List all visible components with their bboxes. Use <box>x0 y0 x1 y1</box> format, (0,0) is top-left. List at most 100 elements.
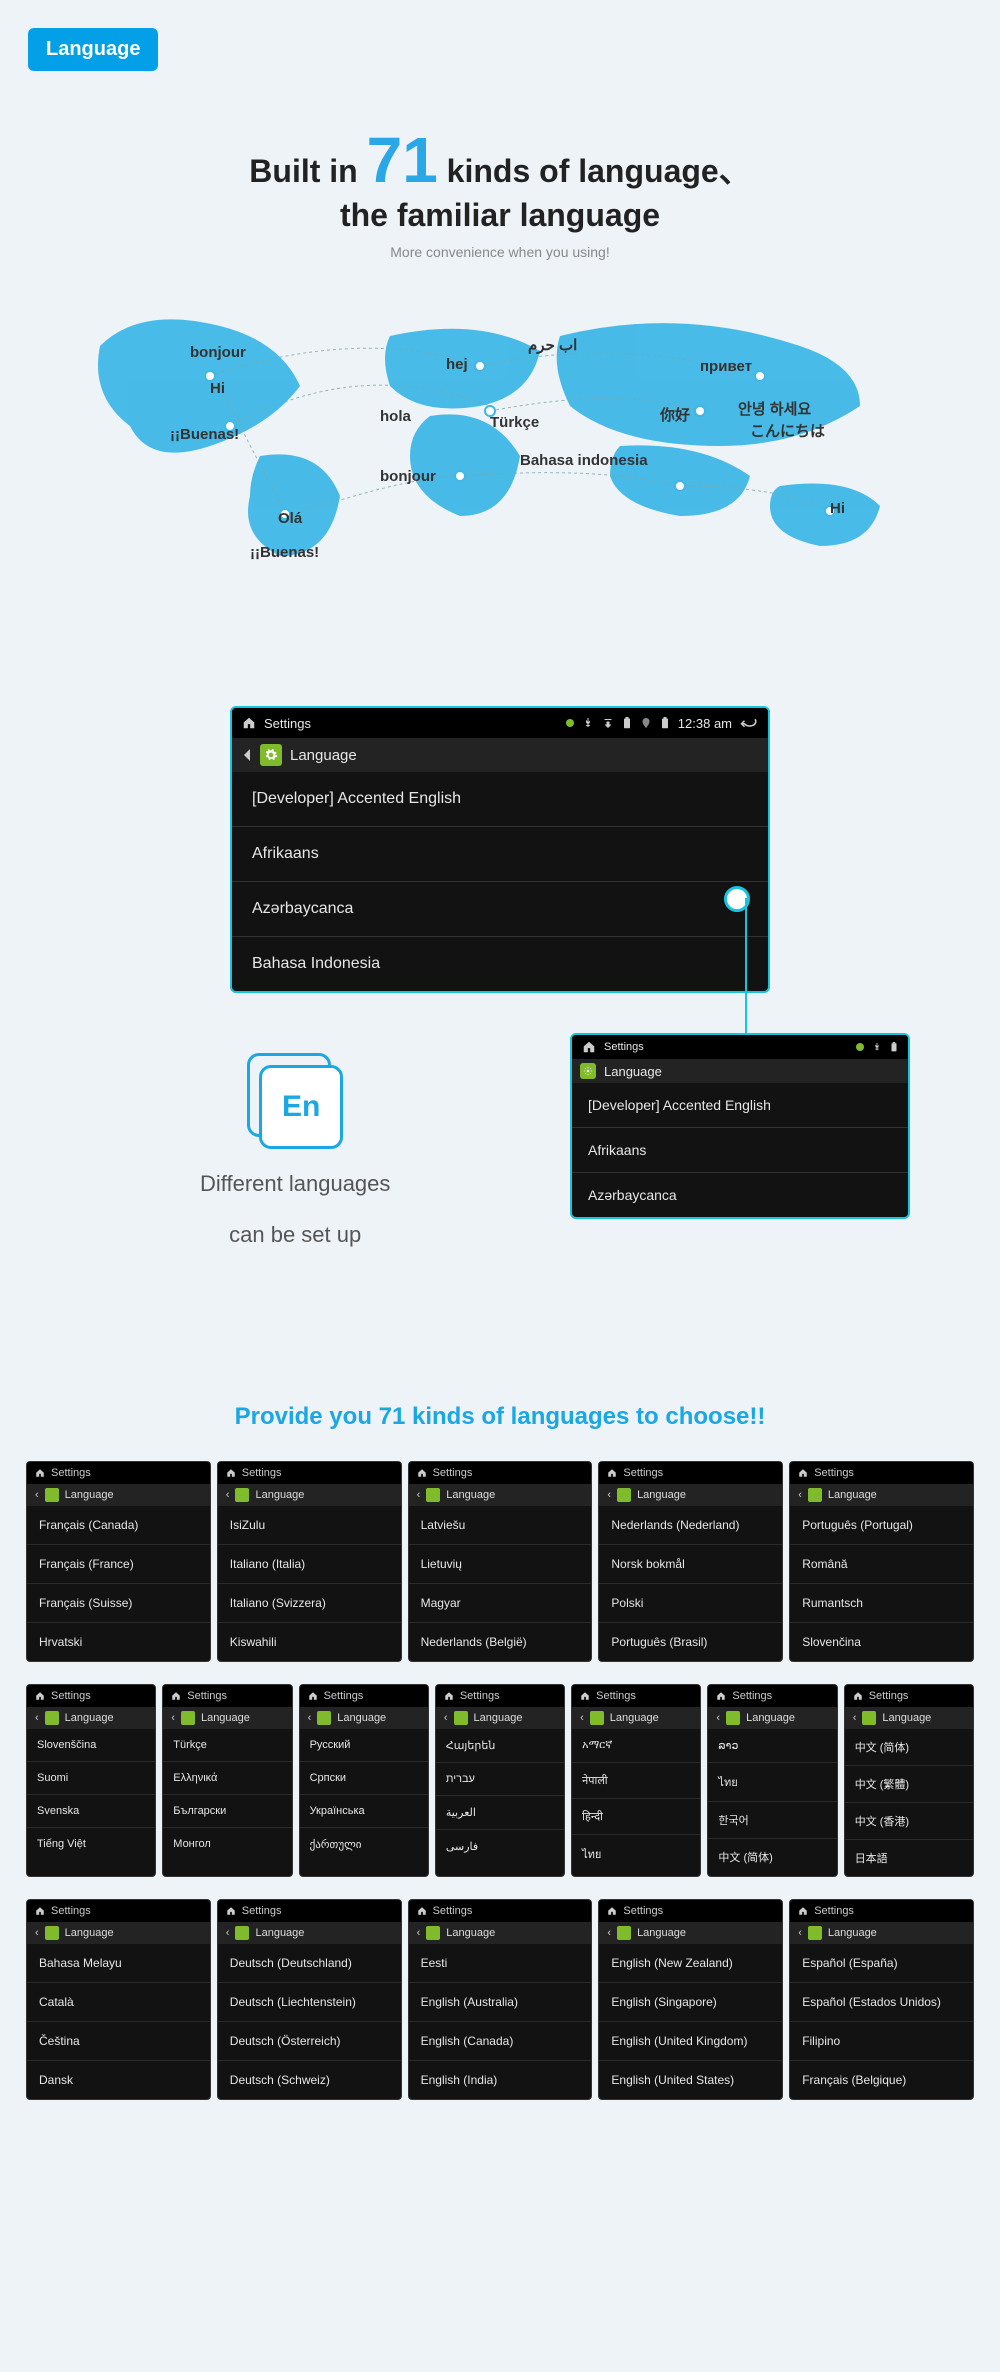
list-item[interactable]: Deutsch (Österreich) <box>218 2022 401 2061</box>
list-item[interactable]: English (Canada) <box>409 2022 592 2061</box>
language-panel: Settings‹Language中文 (简体)中文 (繁體)中文 (香港)日本… <box>844 1684 974 1877</box>
list-item[interactable]: Nederlands (België) <box>409 1623 592 1661</box>
list-item[interactable]: Lietuvių <box>409 1545 592 1584</box>
chevron-left-icon[interactable]: ‹ <box>35 1712 39 1724</box>
list-item[interactable]: Polski <box>599 1584 782 1623</box>
chevron-left-icon[interactable]: ‹ <box>580 1712 584 1724</box>
list-item[interactable]: Română <box>790 1545 973 1584</box>
list-item[interactable]: ລາວ <box>708 1729 836 1763</box>
home-icon <box>444 1691 454 1701</box>
list-item[interactable]: Afrikaans <box>232 827 768 882</box>
list-item[interactable]: Slovenščina <box>27 1729 155 1762</box>
list-item[interactable]: Svenska <box>27 1795 155 1828</box>
list-item[interactable]: Deutsch (Liechtenstein) <box>218 1983 401 2022</box>
list-item[interactable]: English (Singapore) <box>599 1983 782 2022</box>
list-item[interactable]: العربية <box>436 1796 564 1830</box>
list-item[interactable]: Српски <box>300 1762 428 1795</box>
list-item[interactable]: Français (France) <box>27 1545 210 1584</box>
list-item[interactable]: Português (Portugal) <box>790 1506 973 1545</box>
chevron-left-icon[interactable] <box>242 748 252 762</box>
list-item[interactable]: 한국어 <box>708 1802 836 1839</box>
list-item[interactable]: Українська <box>300 1795 428 1828</box>
list-item[interactable]: Монгол <box>163 1828 291 1860</box>
list-item[interactable]: Italiano (Italia) <box>218 1545 401 1584</box>
list-item[interactable]: English (New Zealand) <box>599 1944 782 1983</box>
language-badge: Language <box>28 28 158 71</box>
chevron-left-icon[interactable]: ‹ <box>607 1927 611 1939</box>
list-item[interactable]: Rumantsch <box>790 1584 973 1623</box>
list-item[interactable]: Български <box>163 1795 291 1828</box>
list-item[interactable]: Español (España) <box>790 1944 973 1983</box>
list-item[interactable]: ไทย <box>572 1835 700 1873</box>
chevron-left-icon[interactable]: ‹ <box>226 1489 230 1501</box>
list-item[interactable]: English (India) <box>409 2061 592 2099</box>
list-item[interactable]: ไทย <box>708 1763 836 1802</box>
list-item[interactable]: Hrvatski <box>27 1623 210 1661</box>
chevron-left-icon[interactable]: ‹ <box>716 1712 720 1724</box>
list-item[interactable]: Español (Estados Unidos) <box>790 1983 973 2022</box>
hero-line-1: Built in 71 kinds of language、 <box>0 123 1000 197</box>
chevron-left-icon[interactable]: ‹ <box>171 1712 175 1724</box>
back-icon[interactable] <box>740 716 758 730</box>
list-item[interactable]: नेपाली <box>572 1763 700 1799</box>
list-item[interactable]: Deutsch (Deutschland) <box>218 1944 401 1983</box>
list-item[interactable]: Bahasa Melayu <box>27 1944 210 1983</box>
list-item[interactable]: Nederlands (Nederland) <box>599 1506 782 1545</box>
list-item[interactable]: Eesti <box>409 1944 592 1983</box>
list-item[interactable]: ქართული <box>300 1828 428 1861</box>
list-item[interactable]: Português (Brasil) <box>599 1623 782 1661</box>
list-item[interactable]: 中文 (香港) <box>845 1803 973 1840</box>
list-item[interactable]: Afrikaans <box>572 1128 908 1173</box>
home-icon <box>798 1468 808 1478</box>
list-item[interactable]: Tiếng Việt <box>27 1828 155 1860</box>
list-item[interactable]: Français (Canada) <box>27 1506 210 1545</box>
chevron-left-icon[interactable]: ‹ <box>35 1927 39 1939</box>
chevron-left-icon[interactable]: ‹ <box>853 1712 857 1724</box>
list-item[interactable]: हिन्दी <box>572 1799 700 1835</box>
list-item[interactable]: Slovenčina <box>790 1623 973 1661</box>
list-item[interactable]: Magyar <box>409 1584 592 1623</box>
list-item[interactable]: IsiZulu <box>218 1506 401 1545</box>
list-item[interactable]: Ελληνικά <box>163 1762 291 1795</box>
list-item[interactable]: Čeština <box>27 2022 210 2061</box>
list-item[interactable]: Kiswahili <box>218 1623 401 1661</box>
chevron-left-icon[interactable]: ‹ <box>35 1489 39 1501</box>
list-item[interactable]: 中文 (繁體) <box>845 1766 973 1803</box>
list-item[interactable]: 日本語 <box>845 1840 973 1876</box>
list-item[interactable]: 中文 (简体) <box>845 1729 973 1766</box>
panel-list: Français (Canada)Français (France)França… <box>27 1506 210 1661</box>
list-item[interactable]: Dansk <box>27 2061 210 2099</box>
chevron-left-icon[interactable]: ‹ <box>444 1712 448 1724</box>
list-item[interactable]: English (United Kingdom) <box>599 2022 782 2061</box>
chevron-left-icon[interactable]: ‹ <box>226 1927 230 1939</box>
list-item[interactable]: Latviešu <box>409 1506 592 1545</box>
list-item[interactable]: Deutsch (Schweiz) <box>218 2061 401 2099</box>
chevron-left-icon[interactable]: ‹ <box>607 1489 611 1501</box>
chevron-left-icon[interactable]: ‹ <box>417 1927 421 1939</box>
list-item[interactable]: Français (Suisse) <box>27 1584 210 1623</box>
list-item[interactable]: Bahasa Indonesia <box>232 937 768 991</box>
chevron-left-icon[interactable]: ‹ <box>308 1712 312 1724</box>
list-item[interactable]: Suomi <box>27 1762 155 1795</box>
list-item[interactable]: Italiano (Svizzera) <box>218 1584 401 1623</box>
list-item[interactable]: English (United States) <box>599 2061 782 2099</box>
list-item[interactable]: Հայերեն <box>436 1729 564 1763</box>
list-item[interactable]: Filipino <box>790 2022 973 2061</box>
list-item[interactable]: [Developer] Accented English <box>232 772 768 827</box>
list-item[interactable]: Norsk bokmål <box>599 1545 782 1584</box>
list-item[interactable]: Русский <box>300 1729 428 1762</box>
list-item[interactable]: አማርኛ <box>572 1729 700 1763</box>
list-item[interactable]: עברית <box>436 1763 564 1796</box>
chevron-left-icon[interactable]: ‹ <box>798 1927 802 1939</box>
list-item[interactable]: فارسی <box>436 1830 564 1863</box>
list-item[interactable]: 中文 (简体) <box>708 1839 836 1875</box>
list-item[interactable]: Català <box>27 1983 210 2022</box>
list-item[interactable]: English (Australia) <box>409 1983 592 2022</box>
list-item[interactable]: Azərbaycanca <box>232 882 768 937</box>
chevron-left-icon[interactable]: ‹ <box>798 1489 802 1501</box>
list-item[interactable]: Français (Belgique) <box>790 2061 973 2099</box>
list-item[interactable]: Türkçe <box>163 1729 291 1762</box>
list-item[interactable]: [Developer] Accented English <box>572 1083 908 1128</box>
chevron-left-icon[interactable]: ‹ <box>417 1489 421 1501</box>
list-item[interactable]: Azərbaycanca <box>572 1173 908 1217</box>
